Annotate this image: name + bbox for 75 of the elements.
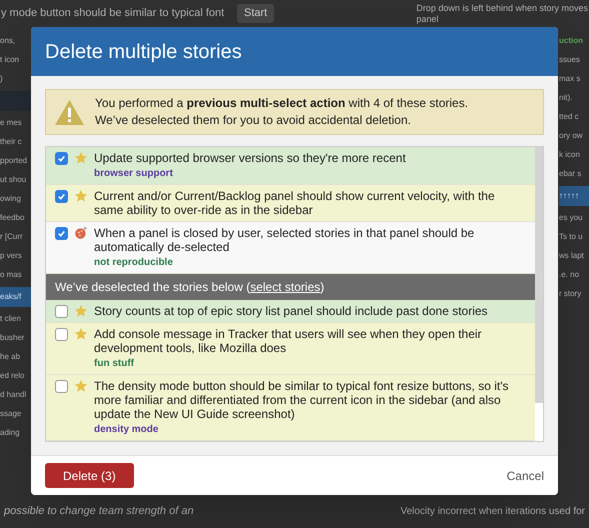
story-row[interactable]: Story counts at top of epic story list panel should include past done stories bbox=[46, 300, 535, 323]
story-label: not reproducible bbox=[94, 256, 173, 269]
checkbox[interactable] bbox=[55, 227, 68, 240]
story-text: r story bbox=[559, 288, 582, 300]
story-text: Velocity incorrect when iterations used for bbox=[400, 505, 585, 519]
header-text: We’ve deselected the stories below ( bbox=[55, 279, 250, 296]
header-text: ) bbox=[320, 279, 324, 296]
dialog-title: Delete multiple stories bbox=[31, 27, 558, 76]
highlighted-story: ↑↑↑↑↑ bbox=[559, 186, 589, 206]
story-text: ory ow bbox=[559, 130, 584, 142]
story-label: density mode bbox=[94, 423, 158, 436]
story-text: t icon bbox=[0, 54, 20, 66]
story-text: their c bbox=[0, 136, 23, 148]
checkbox[interactable] bbox=[55, 328, 68, 341]
story-row[interactable] bbox=[46, 375, 535, 441]
story-text: possible to change team strength of an bbox=[4, 504, 194, 520]
story-title: Add console message in Tracker that users will see when they open their development tools, like Mozilla does bbox=[94, 327, 483, 355]
story-text: ons, bbox=[0, 35, 16, 47]
story-text: he ab bbox=[0, 351, 22, 363]
warning-text: We’ve deselected them for you to avoid accidental deletion. bbox=[95, 112, 412, 129]
story-text: busher bbox=[0, 332, 26, 344]
story-text: ) bbox=[0, 73, 4, 85]
story-title: Current and/or Current/Backlog panel should show current velocity, with the same ability to over-ride as in the sidebar bbox=[94, 189, 496, 217]
story-text: Ts to u bbox=[559, 231, 584, 243]
cancel-button[interactable]: Cancel bbox=[506, 466, 544, 484]
checkbox[interactable] bbox=[55, 305, 68, 318]
story-text: ebar s bbox=[559, 168, 582, 180]
story-text: ut shou bbox=[0, 174, 28, 186]
story-text: owing bbox=[0, 193, 22, 205]
story-text: t clien bbox=[0, 313, 22, 325]
story-text: ssues bbox=[559, 54, 581, 66]
story-text: nit). bbox=[559, 92, 574, 104]
story-text: y mode button should be similar to typical font bbox=[1, 6, 226, 22]
story-text: r [Curr bbox=[0, 231, 24, 243]
story-title: When a panel is closed by user, selected stories in that panel should be automatically de-selected bbox=[94, 226, 476, 254]
start-button[interactable]: Start bbox=[237, 4, 274, 23]
story-row[interactable]: Add console message in Tracker that users will see when they open their development tools, like Mozilla does fun stuff bbox=[46, 323, 535, 375]
story-text: .e. no bbox=[559, 269, 580, 281]
story-text: o mas bbox=[0, 269, 23, 281]
story-title: The density mode button should be similar to typical font resize buttons, so it's more familiar and differentiated from the current icon in the sidebar (and also update the New UI Guide screenshot) bbox=[94, 379, 510, 421]
story-text: tted c bbox=[559, 111, 580, 123]
warning-icon bbox=[54, 98, 85, 126]
warning-text: You performed a previous multi-select action with 4 of these stories. bbox=[95, 95, 468, 112]
story-title: Story counts at top of epic story list panel should include past done stories bbox=[94, 304, 488, 318]
checkbox[interactable] bbox=[55, 152, 68, 165]
story-label: fun stuff bbox=[94, 357, 134, 370]
story-text: p vers bbox=[0, 250, 23, 262]
story-text: pported bbox=[0, 155, 28, 167]
delete-button[interactable]: Delete (3) bbox=[45, 463, 134, 488]
story-row[interactable]: When a panel is closed by user, selected stories in that panel should be automatically de-selected not reproducible bbox=[46, 222, 535, 274]
story-text: Drop down is left behind when story moves bbox=[416, 2, 588, 14]
highlighted-story: eaks/f bbox=[0, 287, 31, 307]
story-text: ed relo bbox=[0, 370, 26, 382]
story-label: uction bbox=[559, 35, 584, 47]
story-text: max s bbox=[559, 73, 582, 85]
story-text: feedbo bbox=[0, 212, 26, 224]
checkbox[interactable] bbox=[55, 380, 68, 393]
story-text: e mes bbox=[0, 117, 23, 129]
story-title: Update supported browser versions so they're more recent bbox=[94, 151, 406, 165]
select-stories-link[interactable]: select stories bbox=[250, 278, 320, 296]
story-text: panel bbox=[416, 14, 440, 24]
story-text: k icon bbox=[559, 149, 581, 161]
check-icon bbox=[57, 192, 66, 201]
story-text: ading bbox=[0, 427, 21, 439]
story-label: browser support bbox=[94, 167, 173, 180]
story-text: ws lapt bbox=[559, 250, 585, 262]
story-text: ssage bbox=[0, 408, 22, 420]
checkbox[interactable] bbox=[55, 190, 68, 203]
panel-header bbox=[0, 91, 31, 111]
story-text: es you bbox=[559, 212, 584, 224]
story-row[interactable]: Current and/or Current/Backlog panel should show current velocity, with the same ability to over-ride as in the sidebar bbox=[46, 185, 535, 222]
check-icon bbox=[57, 154, 66, 163]
story-text: d handl bbox=[0, 389, 28, 401]
story-row[interactable]: Update supported browser versions so they're more recent browser support bbox=[46, 147, 535, 185]
check-icon bbox=[57, 229, 66, 238]
